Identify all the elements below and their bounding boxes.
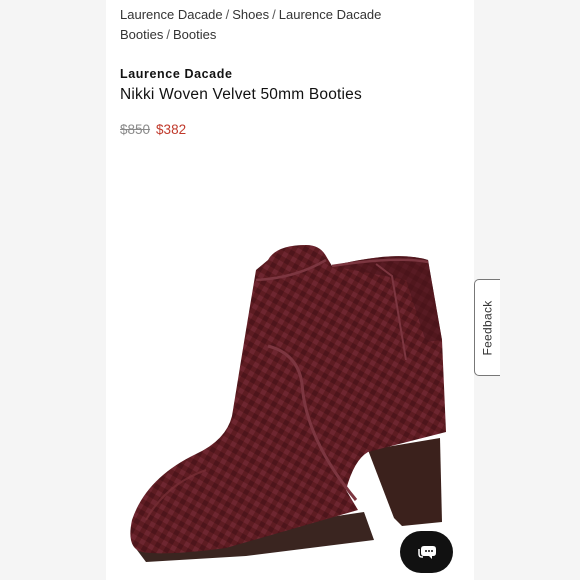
product-image[interactable] bbox=[106, 160, 474, 580]
breadcrumb-link-brand[interactable]: Laurence Dacade bbox=[120, 7, 223, 22]
feedback-tab[interactable]: Feedback bbox=[474, 279, 500, 376]
breadcrumb-separator: / bbox=[225, 7, 230, 22]
left-background bbox=[0, 0, 106, 580]
breadcrumb-separator: / bbox=[166, 27, 170, 42]
product-price: $850 $382 bbox=[120, 122, 186, 137]
sale-price: $382 bbox=[156, 122, 187, 137]
breadcrumb-link-booties[interactable]: Booties bbox=[173, 27, 216, 42]
chat-bubble-icon bbox=[417, 546, 436, 559]
breadcrumb: Laurence Dacade / Shoes / Laurence Dacade Bo… bbox=[120, 5, 420, 45]
boot-illustration bbox=[130, 245, 446, 562]
product-title: Nikki Woven Velvet 50mm Booties bbox=[120, 86, 362, 103]
product-page: Laurence Dacade / Shoes / Laurence Dacade Bo… bbox=[106, 0, 474, 580]
original-price: $850 bbox=[120, 122, 151, 137]
chat-button[interactable] bbox=[400, 531, 453, 573]
product-brand[interactable]: Laurence Dacade bbox=[120, 67, 233, 81]
feedback-label: Feedback bbox=[480, 299, 495, 356]
breadcrumb-separator: / bbox=[272, 7, 276, 22]
breadcrumb-link-shoes[interactable]: Shoes bbox=[232, 7, 269, 22]
